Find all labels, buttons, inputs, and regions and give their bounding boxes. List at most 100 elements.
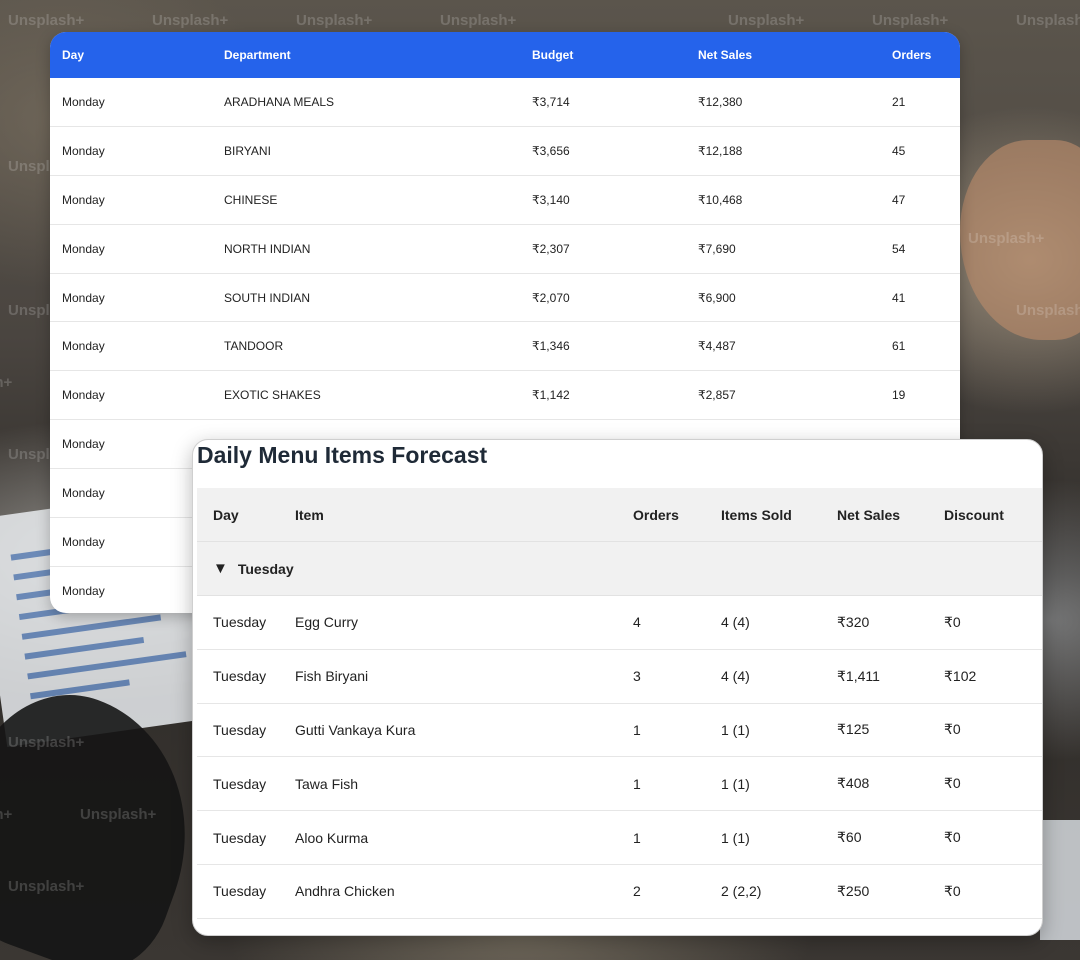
cell-net-sales: ₹320 — [837, 613, 870, 630]
watermark: Unsplash+ — [8, 12, 85, 29]
cell-item: Tawa Fish — [295, 775, 359, 792]
column-header-day[interactable]: Day — [50, 48, 224, 62]
watermark: Unsplash+ — [872, 12, 949, 29]
cell-discount: ₹0 — [944, 829, 961, 846]
cell-day: Monday — [62, 143, 105, 158]
watermark: Unsplash+ — [152, 12, 229, 29]
table-row[interactable]: Tuesday Tawa Fish 1 1 (1) ₹408 ₹0 — [197, 757, 1042, 812]
cell-items-sold: 2 (2,2) — [721, 883, 762, 900]
table-row[interactable]: Tuesday Gutti Vankaya Kura 1 1 (1) ₹125 … — [197, 704, 1042, 758]
cell-item: Fish Biryani — [295, 668, 369, 685]
cell-department: NORTH INDIAN — [224, 241, 311, 256]
column-header-discount[interactable]: Discount — [944, 507, 1034, 523]
watermark: Unsplash+ — [8, 734, 85, 751]
cell-orders: 3 — [633, 668, 641, 685]
cell-net-sales: ₹60 — [837, 829, 862, 846]
table-row[interactable]: Monday ARADHANA MEALS ₹3,714 ₹12,380 21 — [50, 78, 960, 127]
cell-day: Tuesday — [213, 668, 267, 685]
watermark: Unsplash+ — [1016, 302, 1080, 319]
group-row-tuesday[interactable]: ▼ Tuesday — [197, 542, 1042, 596]
cell-items-sold: 4 (4) — [721, 668, 750, 685]
cell-orders: 41 — [892, 290, 906, 305]
watermark: Unsplash+ — [1016, 12, 1080, 29]
cell-items-sold: 1 (1) — [721, 721, 750, 738]
cell-day: Monday — [62, 192, 105, 207]
cell-department: ARADHANA MEALS — [224, 94, 335, 109]
watermark: Unsplash+ — [0, 806, 13, 823]
cell-day: Monday — [62, 290, 105, 305]
cell-discount: ₹102 — [944, 667, 977, 684]
column-header-orders[interactable]: Orders — [892, 48, 960, 62]
column-header-item[interactable]: Item — [295, 507, 633, 523]
watermark: Unsplash+ — [728, 12, 805, 29]
cell-items-sold: 1 (1) — [721, 829, 750, 846]
cell-day: Monday — [62, 241, 105, 256]
cell-budget: ₹1,142 — [532, 388, 570, 403]
cell-discount: ₹0 — [944, 775, 961, 792]
table-row[interactable]: Tuesday Fish Biryani 3 4 (4) ₹1,411 ₹102 — [197, 650, 1042, 704]
cell-department: EXOTIC SHAKES — [224, 388, 321, 403]
cell-day: Monday — [62, 339, 105, 354]
cell-day: Tuesday — [213, 829, 267, 846]
watermark: Unsplash+ — [0, 374, 13, 391]
cell-net-sales: ₹12,188 — [698, 143, 743, 158]
cell-orders: 2 — [633, 883, 641, 900]
cell-net-sales: ₹2,857 — [698, 388, 736, 403]
watermark: Unsplash+ — [296, 12, 373, 29]
cell-budget: ₹3,714 — [532, 94, 570, 109]
cell-item: Andhra Chicken — [295, 883, 395, 900]
watermark: Unsplash+ — [968, 230, 1045, 247]
table-row[interactable]: Monday TANDOOR ₹1,346 ₹4,487 61 — [50, 322, 960, 372]
cell-orders: 1 — [633, 721, 641, 738]
column-header-items-sold[interactable]: Items Sold — [721, 507, 837, 523]
cell-orders: 19 — [892, 388, 906, 403]
cell-budget: ₹2,307 — [532, 241, 570, 256]
cell-net-sales: ₹12,380 — [698, 94, 743, 109]
table-row[interactable]: Tuesday Egg Curry 4 4 (4) ₹320 ₹0 — [197, 596, 1042, 650]
collapse-triangle-icon[interactable]: ▼ — [213, 560, 228, 577]
table-row[interactable]: Tuesday Andhra Chicken 2 2 (2,2) ₹250 ₹0 — [197, 865, 1042, 919]
watermark: Unsplash+ — [80, 806, 157, 823]
cell-items-sold: 4 (4) — [721, 614, 750, 631]
cell-budget: ₹2,070 — [532, 290, 570, 305]
cell-item: Gutti Vankaya Kura — [295, 721, 416, 738]
cell-budget: ₹1,346 — [532, 339, 570, 354]
cell-net-sales: ₹10,468 — [698, 192, 743, 207]
background-chart-paper — [1040, 820, 1080, 940]
column-header-net-sales[interactable]: Net Sales — [837, 507, 944, 523]
cell-orders: 4 — [633, 614, 641, 631]
watermark: Unsplash+ — [440, 12, 517, 29]
cell-items-sold: 1 (1) — [721, 775, 750, 792]
column-header-budget[interactable]: Budget — [532, 48, 698, 62]
cell-discount: ₹0 — [944, 721, 961, 738]
table-row[interactable]: Tuesday Aloo Kurma 1 1 (1) ₹60 ₹0 — [197, 811, 1042, 865]
cell-net-sales: ₹4,487 — [698, 339, 736, 354]
cell-orders: 47 — [892, 192, 906, 207]
cell-discount: ₹0 — [944, 613, 961, 630]
table-row[interactable]: Monday CHINESE ₹3,140 ₹10,468 47 — [50, 176, 960, 225]
watermark: Unsplash+ — [8, 878, 85, 895]
cell-department: CHINESE — [224, 192, 278, 207]
cell-department: BIRYANI — [224, 143, 271, 158]
table-row[interactable]: Monday NORTH INDIAN ₹2,307 ₹7,690 54 — [50, 225, 960, 274]
cell-budget: ₹3,140 — [532, 192, 570, 207]
table-row[interactable]: Monday EXOTIC SHAKES ₹1,142 ₹2,857 19 — [50, 371, 960, 421]
table-row[interactable]: Monday BIRYANI ₹3,656 ₹12,188 45 — [50, 127, 960, 176]
column-header-net-sales[interactable]: Net Sales — [698, 48, 892, 62]
column-header-department[interactable]: Department — [224, 48, 532, 62]
cell-net-sales: ₹7,690 — [698, 241, 736, 256]
column-header-orders[interactable]: Orders — [633, 507, 721, 523]
cell-budget: ₹3,656 — [532, 143, 570, 158]
forecast-table-header: Day Item Orders Items Sold Net Sales Dis… — [197, 488, 1042, 542]
column-header-day[interactable]: Day — [197, 507, 295, 523]
cell-item: Aloo Kurma — [295, 829, 369, 846]
cell-orders: 1 — [633, 829, 641, 846]
cell-orders: 61 — [892, 339, 906, 354]
cell-orders: 21 — [892, 94, 906, 109]
cell-department: TANDOOR — [224, 339, 284, 354]
table-row[interactable]: Monday SOUTH INDIAN ₹2,070 ₹6,900 41 — [50, 274, 960, 323]
cell-department: SOUTH INDIAN — [224, 290, 311, 305]
cell-day: Monday — [62, 388, 105, 403]
cell-net-sales: ₹250 — [837, 882, 870, 899]
cell-day: Monday — [62, 94, 105, 109]
